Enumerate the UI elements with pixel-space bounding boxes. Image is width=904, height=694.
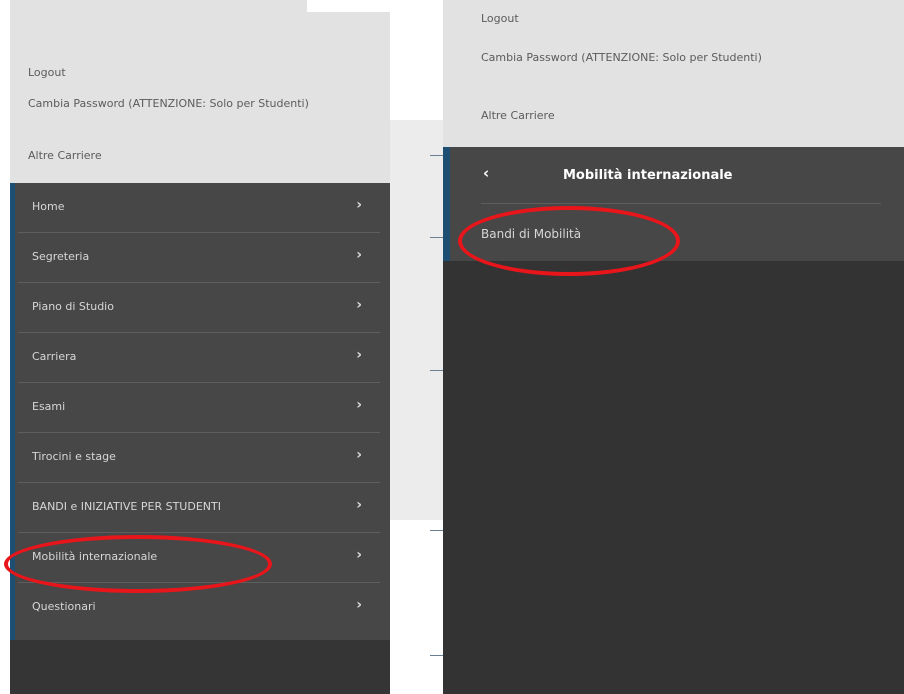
chevron-right-icon: › — [356, 247, 362, 263]
menu-footer — [10, 640, 390, 694]
background-rule — [430, 655, 443, 656]
menu-accent-bar — [10, 183, 15, 640]
change-password-link[interactable]: Cambia Password (ATTENZIONE: Solo per St… — [481, 50, 886, 65]
chevron-right-icon: › — [356, 397, 362, 413]
account-area: Logout Cambia Password (ATTENZIONE: Solo… — [10, 0, 390, 183]
account-area: Logout Cambia Password (ATTENZIONE: Solo… — [443, 0, 904, 147]
logout-link[interactable]: Logout — [28, 66, 66, 80]
chevron-right-icon: › — [356, 347, 362, 363]
menu-item-home[interactable]: Home › — [18, 183, 380, 233]
main-menu-panel: Logout Cambia Password (ATTENZIONE: Solo… — [10, 0, 390, 694]
menu-item-label: Segreteria — [32, 250, 90, 263]
menu-item-carriera[interactable]: Carriera › — [18, 333, 380, 383]
menu-accent-bar — [443, 147, 450, 261]
chevron-right-icon: › — [356, 447, 362, 463]
logout-link[interactable]: Logout — [481, 11, 519, 26]
menu-item-mobilita-internazionale[interactable]: Mobilità internazionale › — [18, 533, 380, 583]
main-menu: Home › Segreteria › Piano di Studio › Ca… — [10, 183, 390, 640]
menu-item-piano-di-studio[interactable]: Piano di Studio › — [18, 283, 380, 333]
background-rule — [430, 530, 443, 531]
header-notch — [307, 0, 390, 12]
menu-item-label: Mobilità internazionale — [32, 550, 158, 563]
background-rule — [430, 155, 443, 156]
menu-item-label: Esami — [32, 400, 66, 413]
chevron-left-icon[interactable]: ‹ — [483, 164, 489, 182]
menu-item-segreteria[interactable]: Segreteria › — [18, 233, 380, 283]
other-careers-link[interactable]: Altre Carriere — [481, 108, 555, 123]
menu-item-label: Tirocini e stage — [32, 450, 116, 463]
chevron-right-icon: › — [356, 297, 362, 313]
submenu: ‹ Mobilità internazionale Bandi di Mobil… — [443, 147, 904, 261]
menu-item-bandi[interactable]: BANDI e INIZIATIVE PER STUDENTI › — [18, 483, 380, 533]
chevron-right-icon: › — [356, 547, 362, 563]
background-shape — [390, 120, 443, 520]
background-rule — [430, 237, 443, 238]
divider — [481, 203, 881, 204]
submenu-panel: Logout Cambia Password (ATTENZIONE: Solo… — [443, 0, 904, 694]
menu-item-tirocini[interactable]: Tirocini e stage › — [18, 433, 380, 483]
menu-item-label: Piano di Studio — [32, 300, 114, 313]
menu-item-label: BANDI e INIZIATIVE PER STUDENTI — [32, 500, 221, 513]
menu-item-label: Questionari — [32, 600, 96, 613]
submenu-empty-area — [443, 261, 904, 694]
submenu-title: Mobilità internazionale — [563, 168, 733, 183]
chevron-right-icon: › — [356, 197, 362, 213]
submenu-item-bandi-di-mobilita[interactable]: Bandi di Mobilità — [481, 227, 581, 241]
other-careers-link[interactable]: Altre Carriere — [28, 149, 102, 163]
menu-item-label: Home — [32, 200, 65, 213]
chevron-right-icon: › — [356, 497, 362, 513]
background-rule — [430, 370, 443, 371]
menu-item-esami[interactable]: Esami › — [18, 383, 380, 433]
change-password-link[interactable]: Cambia Password (ATTENZIONE: Solo per St… — [28, 97, 373, 111]
menu-item-questionari[interactable]: Questionari › — [18, 583, 380, 633]
menu-item-label: Carriera — [32, 350, 77, 363]
chevron-right-icon: › — [356, 597, 362, 613]
